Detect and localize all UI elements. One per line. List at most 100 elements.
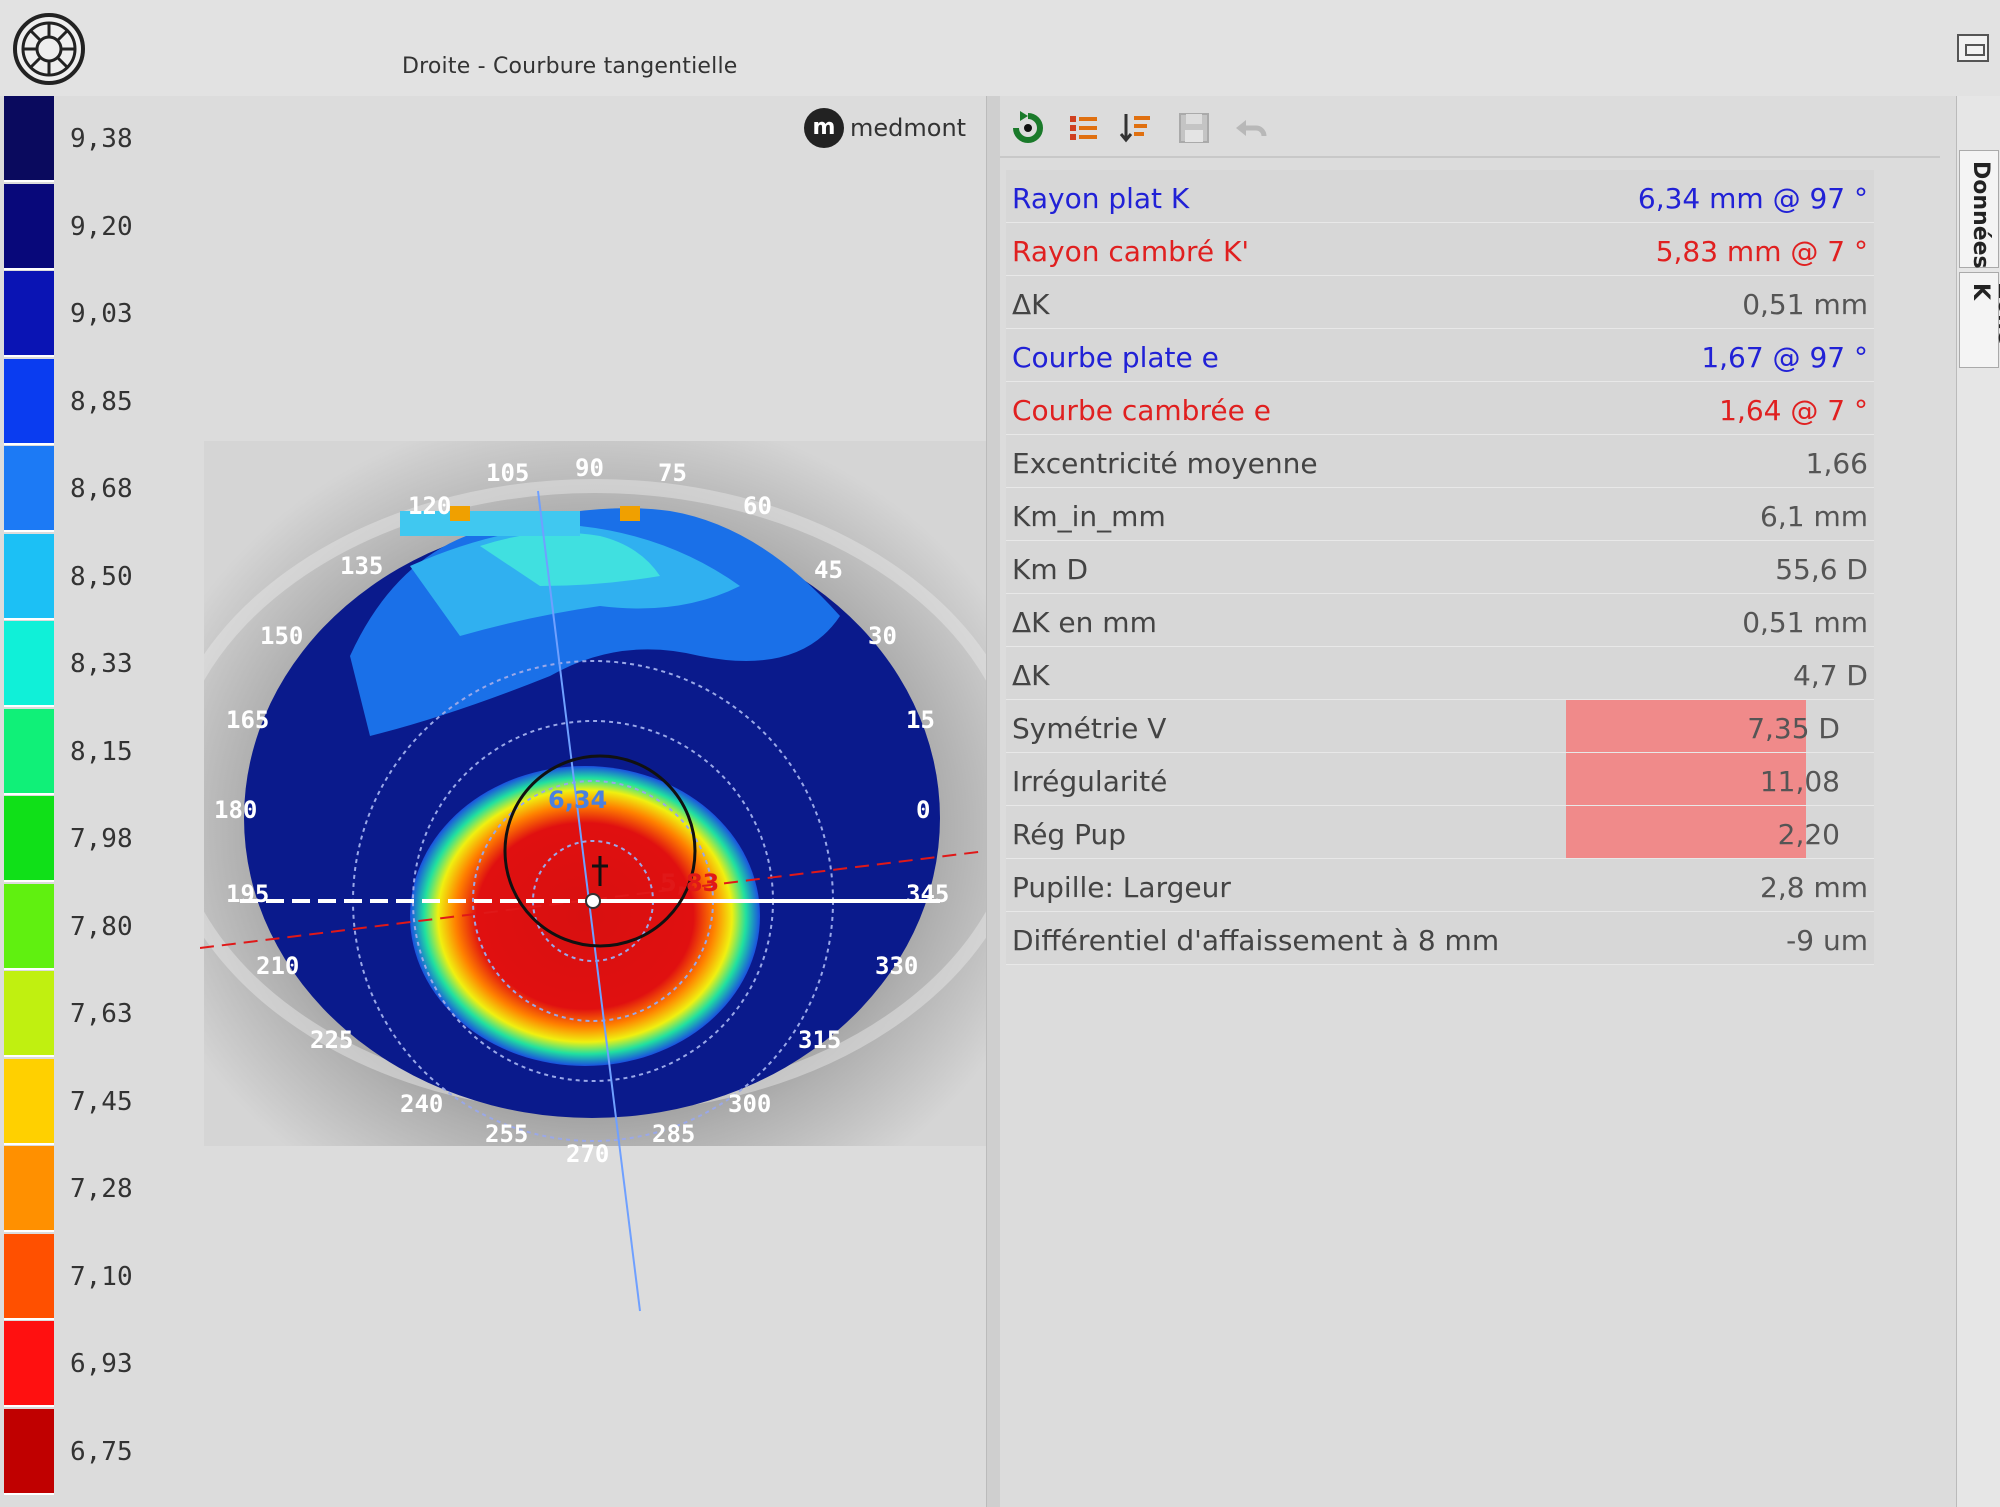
measurement-label: Rayon plat K bbox=[1012, 182, 1190, 215]
measurement-label: Différentiel d'affaissement à 8 mm bbox=[1012, 924, 1500, 957]
angle-label: 315 bbox=[798, 1026, 841, 1054]
measurement-value: 55,6 D bbox=[1775, 553, 1868, 586]
angle-label: 345 bbox=[906, 880, 949, 908]
scale-item: 7,28 bbox=[0, 1146, 200, 1234]
measurement-label: ΔK bbox=[1012, 659, 1050, 692]
angle-label: 120 bbox=[408, 492, 451, 520]
measurement-value: 2,20 bbox=[1777, 818, 1840, 851]
data-panel: Rayon plat K 6,34 mm @ 97 ° Rayon cambré K… bbox=[1000, 96, 1956, 1507]
measurement-label: ΔK bbox=[1012, 288, 1050, 321]
scale-item: 7,63 bbox=[0, 971, 200, 1059]
measurement-row[interactable]: Symétrie V 7,35 D bbox=[1006, 700, 1874, 753]
measurement-value: 1,67 @ 97 ° bbox=[1701, 341, 1868, 374]
topography-map[interactable]: 105 90 75 120 60 135 45 150 30 165 15 180 0 195 345 210… bbox=[200, 96, 986, 1507]
restore-window-button[interactable] bbox=[1957, 34, 1989, 62]
scale-swatch bbox=[4, 533, 54, 620]
scale-label: 7,63 bbox=[70, 999, 133, 1029]
measurement-row[interactable]: Rayon plat K 6,34 mm @ 97 ° bbox=[1006, 170, 1874, 223]
angle-label: 135 bbox=[340, 552, 383, 580]
scale-item: 8,68 bbox=[0, 446, 200, 534]
measurement-value: 5,83 mm @ 7 ° bbox=[1655, 235, 1868, 268]
scale-swatch bbox=[4, 1146, 54, 1232]
measurement-value: 1,66 bbox=[1805, 447, 1868, 480]
measurement-row[interactable]: Pupille: Largeur 2,8 mm bbox=[1006, 859, 1874, 912]
scale-label: 8,50 bbox=[70, 561, 133, 592]
panel-splitter[interactable] bbox=[986, 96, 1000, 1507]
measurement-value: -9 um bbox=[1786, 924, 1868, 957]
undo-icon[interactable] bbox=[1232, 110, 1268, 146]
title-bar: Droite - Courbure tangentielle bbox=[0, 0, 2000, 96]
scale-swatch bbox=[4, 708, 54, 795]
measurement-label: Pupille: Largeur bbox=[1012, 871, 1231, 904]
angle-label: 300 bbox=[728, 1090, 771, 1118]
measurement-label: Courbe cambrée e bbox=[1012, 394, 1271, 427]
angle-label: 90 bbox=[575, 454, 604, 482]
save-icon[interactable] bbox=[1176, 110, 1212, 146]
scale-swatch bbox=[4, 1408, 54, 1495]
measurement-value: 0,51 mm bbox=[1742, 606, 1868, 639]
angle-label: 165 bbox=[226, 706, 269, 734]
measurement-row[interactable]: Rég Pup 2,20 bbox=[1006, 806, 1874, 859]
angle-label: 330 bbox=[875, 952, 918, 980]
scale-swatch bbox=[4, 971, 54, 1057]
scale-item: 9,38 bbox=[0, 96, 200, 184]
measurement-row[interactable]: Excentricité moyenne 1,66 bbox=[1006, 435, 1874, 488]
scale-label: 9,38 bbox=[70, 124, 133, 154]
angle-label: 285 bbox=[652, 1120, 695, 1148]
scale-item: 6,75 bbox=[0, 1408, 200, 1497]
steep-k-value: 5,83 bbox=[660, 869, 719, 897]
measurement-label: Excentricité moyenne bbox=[1012, 447, 1318, 480]
measurement-row[interactable]: Km D 55,6 D bbox=[1006, 541, 1874, 594]
scale-label: 7,80 bbox=[70, 911, 133, 942]
measurement-row[interactable]: ΔK en mm 0,51 mm bbox=[1006, 594, 1874, 647]
measurement-row[interactable]: ΔK 0,51 mm bbox=[1006, 276, 1874, 329]
scale-swatch bbox=[4, 271, 54, 357]
scale-item: 7,80 bbox=[0, 883, 200, 972]
measurement-row[interactable]: Irrégularité 11,08 bbox=[1006, 753, 1874, 806]
scale-swatch bbox=[4, 183, 54, 270]
flat-k-value: 6,34 bbox=[548, 786, 607, 814]
measurement-label: Courbe plate e bbox=[1012, 341, 1219, 374]
measurement-value: 2,8 mm bbox=[1760, 871, 1868, 904]
measurement-row[interactable]: Différentiel d'affaissement à 8 mm -9 um bbox=[1006, 912, 1874, 965]
measurement-value: 6,1 mm bbox=[1760, 500, 1868, 533]
topography-map-area: 105 90 75 120 60 135 45 150 30 165 15 180 0 195 345 210… bbox=[200, 96, 986, 1507]
center-marker bbox=[585, 893, 601, 909]
measurement-row[interactable]: Courbe plate e 1,67 @ 97 ° bbox=[1006, 329, 1874, 382]
angle-label: 255 bbox=[485, 1120, 528, 1148]
scale-swatch bbox=[4, 1058, 54, 1145]
refresh-icon[interactable] bbox=[1010, 110, 1046, 146]
brand-name: medmont bbox=[850, 114, 967, 142]
measurement-row[interactable]: Courbe cambrée e 1,64 @ 7 ° bbox=[1006, 382, 1874, 435]
sort-icon[interactable] bbox=[1118, 110, 1154, 146]
measurement-row[interactable]: ΔK 4,7 D bbox=[1006, 647, 1874, 700]
measurement-row[interactable]: Km_in_mm 6,1 mm bbox=[1006, 488, 1874, 541]
scale-swatch bbox=[4, 446, 54, 532]
scale-swatch bbox=[4, 621, 54, 707]
scale-item: 6,93 bbox=[0, 1321, 200, 1409]
scale-item: 9,20 bbox=[0, 183, 200, 272]
angle-label: 30 bbox=[868, 622, 897, 650]
angle-label: 225 bbox=[310, 1026, 353, 1054]
list-icon[interactable] bbox=[1066, 110, 1102, 146]
measurement-value: 6,34 mm @ 97 ° bbox=[1637, 182, 1868, 215]
scale-label: 6,93 bbox=[70, 1349, 133, 1379]
scale-label: 7,45 bbox=[70, 1086, 133, 1117]
measurement-value: 11,08 bbox=[1759, 765, 1840, 798]
measurement-label: Km D bbox=[1012, 553, 1089, 586]
measurement-value: 7,35 D bbox=[1747, 712, 1840, 745]
scale-swatch bbox=[4, 96, 54, 182]
warning-highlight bbox=[1566, 806, 1806, 858]
measurement-row[interactable]: Rayon cambré K' 5,83 mm @ 7 ° bbox=[1006, 223, 1874, 276]
scale-swatch bbox=[4, 796, 54, 882]
scale-item: 8,50 bbox=[0, 533, 200, 622]
angle-label: 60 bbox=[743, 492, 772, 520]
map-title: Droite - Courbure tangentielle bbox=[402, 54, 738, 79]
tab-zone-k[interactable]: Zone K bbox=[1959, 272, 2000, 368]
tab-donnees[interactable]: Données bbox=[1959, 150, 1999, 269]
brand-logo: m medmont bbox=[804, 108, 966, 148]
angle-label: 0 bbox=[916, 796, 930, 824]
measurement-label: Irrégularité bbox=[1012, 765, 1168, 798]
angle-label: 195 bbox=[226, 880, 269, 908]
measurements-table: Rayon plat K 6,34 mm @ 97 ° Rayon cambré K… bbox=[1006, 170, 1874, 965]
